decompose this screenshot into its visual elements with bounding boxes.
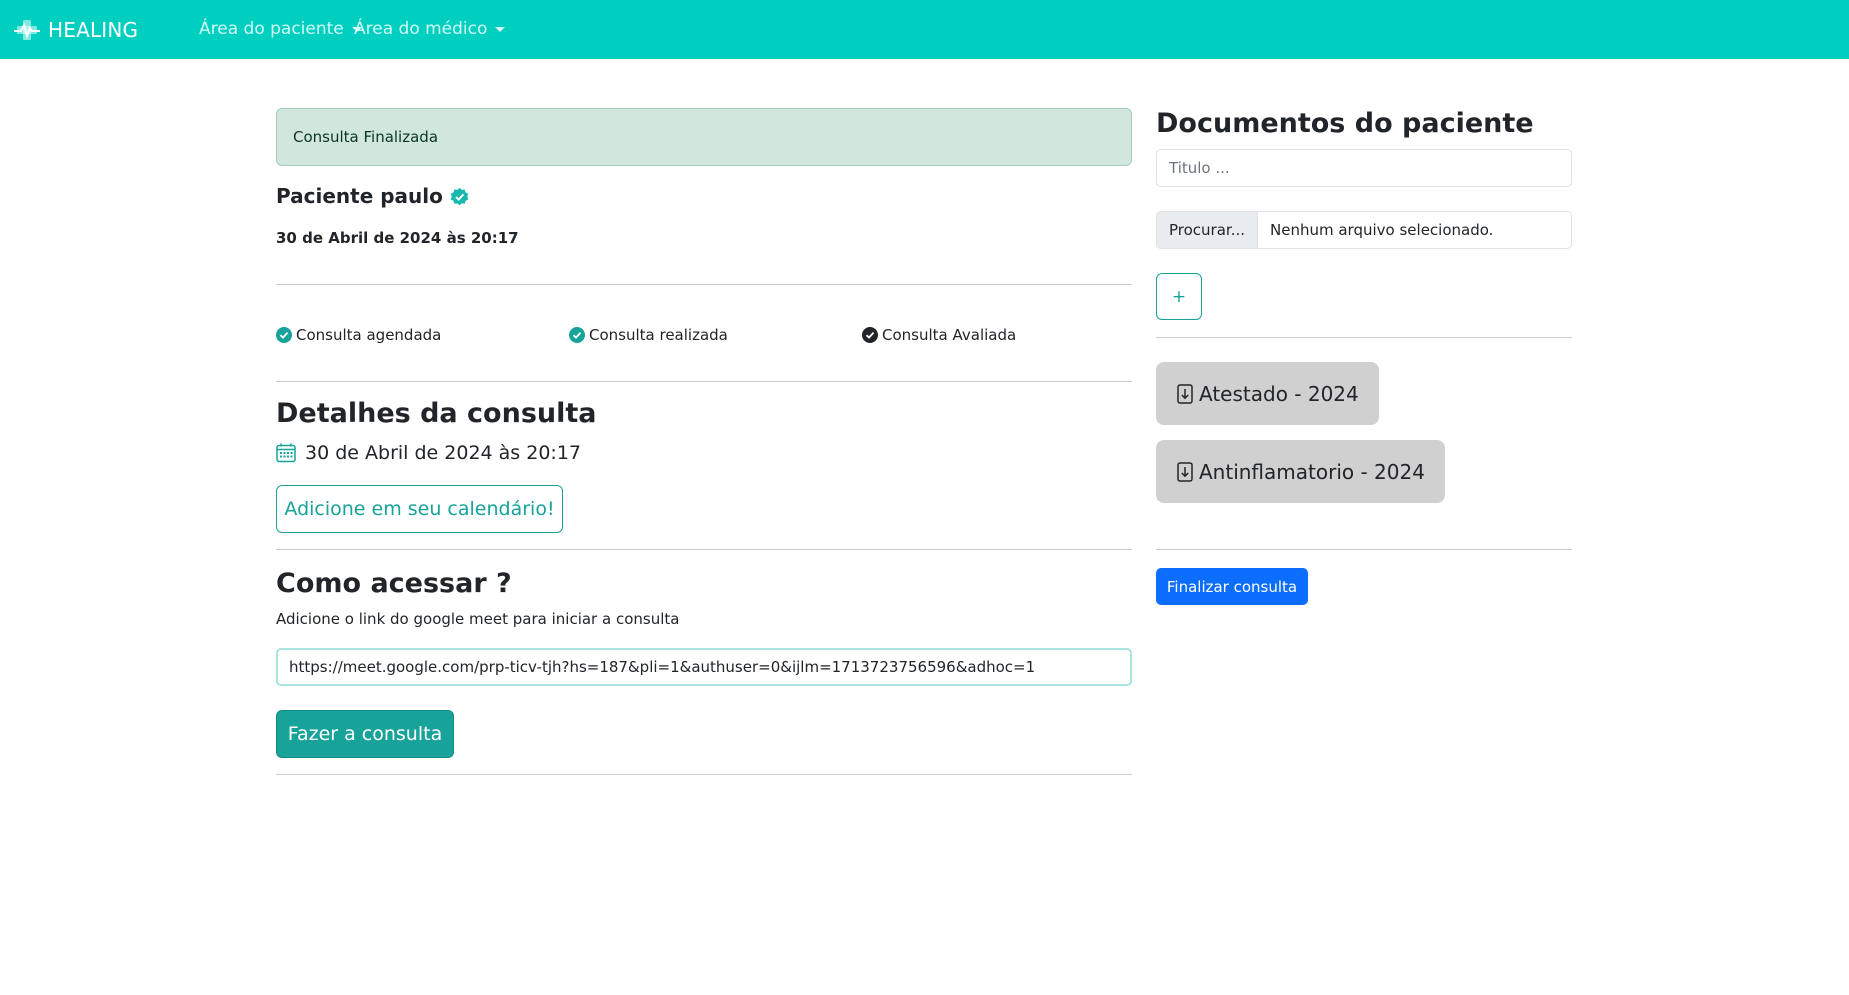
divider bbox=[276, 284, 1132, 285]
document-label: Atestado - 2024 bbox=[1199, 381, 1359, 406]
caret-down-icon bbox=[495, 26, 506, 32]
patient-name: Paciente paulo bbox=[276, 184, 443, 208]
step-label: Consulta realizada bbox=[589, 326, 728, 344]
check-circle-icon bbox=[862, 327, 878, 343]
heartbeat-logo-icon bbox=[14, 19, 40, 40]
meet-link-input[interactable] bbox=[276, 648, 1132, 686]
documents-heading: Documentos do paciente bbox=[1156, 108, 1534, 139]
nav-dropdown-patient-area[interactable]: Área do paciente bbox=[199, 19, 362, 39]
step-label: Consulta agendada bbox=[296, 326, 442, 344]
add-to-calendar-button[interactable]: Adicione em seu calendário! bbox=[276, 485, 563, 533]
nav-dropdown-doctor-area[interactable]: Área do médico bbox=[354, 19, 506, 39]
brand-name: HEALING bbox=[48, 17, 139, 42]
appointment-datetime: 30 de Abril de 2024 às 20:17 bbox=[276, 229, 519, 247]
nav-dropdown-label: Área do paciente bbox=[199, 19, 344, 39]
browse-file-button[interactable]: Procurar... bbox=[1157, 212, 1259, 248]
divider bbox=[276, 549, 1132, 550]
nav-dropdown-label: Área do médico bbox=[354, 19, 488, 39]
divider bbox=[1156, 549, 1572, 550]
alert-text: Consulta Finalizada bbox=[293, 128, 439, 146]
details-datetime-row: 30 de Abril de 2024 às 20:17 bbox=[276, 442, 581, 464]
details-heading: Detalhes da consulta bbox=[276, 398, 597, 429]
file-download-icon bbox=[1177, 461, 1193, 482]
access-description: Adicione o link do google meet para inic… bbox=[276, 610, 680, 628]
details-datetime: 30 de Abril de 2024 às 20:17 bbox=[305, 442, 581, 464]
file-download-icon bbox=[1177, 383, 1193, 404]
document-item[interactable]: Antinflamatorio - 2024 bbox=[1156, 440, 1445, 503]
brand-link[interactable]: HEALING bbox=[13, 18, 138, 42]
document-title-input[interactable] bbox=[1156, 149, 1572, 187]
divider bbox=[276, 774, 1132, 775]
check-circle-icon bbox=[276, 327, 292, 343]
start-consultation-button[interactable]: Fazer a consulta bbox=[276, 710, 454, 758]
verified-badge-icon bbox=[450, 187, 469, 205]
document-label: Antinflamatorio - 2024 bbox=[1199, 459, 1425, 484]
access-heading: Como acessar ? bbox=[276, 568, 512, 599]
step-scheduled: Consulta agendada bbox=[276, 326, 441, 344]
patient-header: Paciente paulo bbox=[276, 184, 470, 208]
add-document-button[interactable]: + bbox=[1156, 273, 1202, 320]
file-name-label: Nenhum arquivo selecionado. bbox=[1270, 221, 1494, 239]
divider bbox=[1156, 337, 1572, 338]
top-navbar: HEALING Área do paciente Área do médico bbox=[0, 0, 1849, 59]
status-alert: Consulta Finalizada bbox=[276, 108, 1132, 166]
step-evaluated: Consulta Avaliada bbox=[862, 326, 1016, 344]
file-upload-input[interactable]: Procurar... Nenhum arquivo selecionado. bbox=[1156, 211, 1572, 249]
divider bbox=[276, 381, 1132, 382]
step-completed: Consulta realizada bbox=[569, 326, 728, 344]
check-circle-icon bbox=[569, 327, 585, 343]
document-item[interactable]: Atestado - 2024 bbox=[1156, 362, 1379, 425]
finish-consultation-button[interactable]: Finalizar consulta bbox=[1156, 568, 1308, 605]
step-label: Consulta Avaliada bbox=[882, 326, 1017, 344]
calendar-icon bbox=[276, 443, 296, 463]
